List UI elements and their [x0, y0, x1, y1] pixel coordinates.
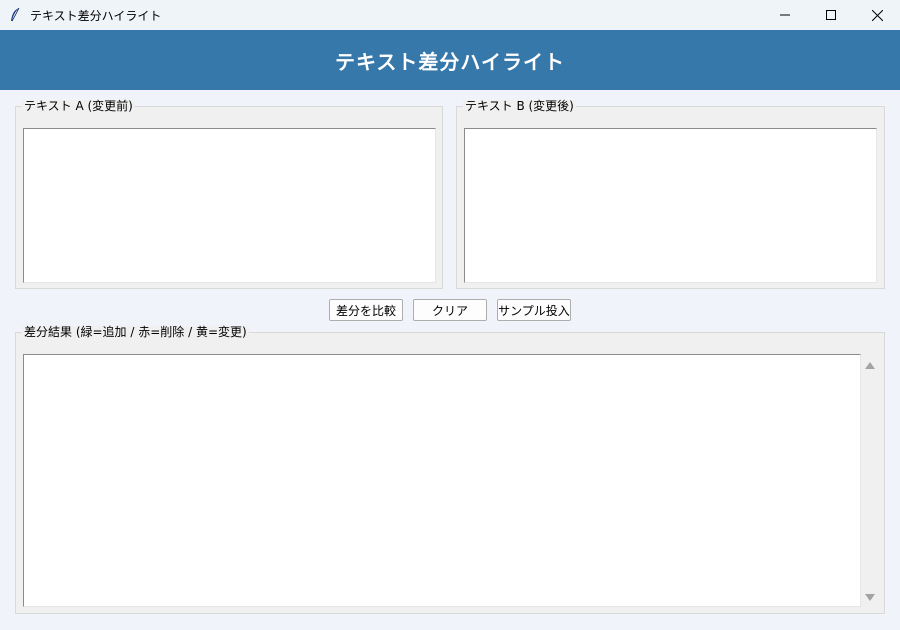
- text-a-group: テキスト A (変更前): [15, 100, 443, 289]
- header-banner: テキスト差分ハイライト: [0, 30, 900, 90]
- maximize-button[interactable]: [808, 0, 854, 30]
- close-button[interactable]: [854, 0, 900, 30]
- text-b-input[interactable]: [464, 128, 877, 283]
- main-content: テキスト A (変更前) テキスト B (変更後) 差分を比較 クリア サンプル…: [0, 90, 900, 630]
- page-title: テキスト差分ハイライト: [335, 49, 565, 74]
- text-a-label: テキスト A (変更前): [22, 99, 135, 113]
- minimize-icon: [780, 14, 790, 16]
- feather-icon: [0, 0, 30, 30]
- result-label: 差分結果 (緑=追加 / 赤=削除 / 黄=変更): [22, 325, 249, 339]
- maximize-icon: [826, 10, 836, 20]
- result-output[interactable]: [23, 354, 861, 607]
- scroll-down-icon[interactable]: [865, 594, 875, 601]
- text-a-input[interactable]: [23, 128, 436, 283]
- minimize-button[interactable]: [762, 0, 808, 30]
- close-icon: [871, 9, 883, 21]
- text-b-group: テキスト B (変更後): [456, 100, 885, 289]
- result-group: 差分結果 (緑=追加 / 赤=削除 / 黄=変更): [15, 326, 885, 614]
- text-b-label: テキスト B (変更後): [463, 99, 576, 113]
- clear-button[interactable]: クリア: [413, 299, 487, 321]
- sample-button[interactable]: サンプル投入: [497, 299, 571, 321]
- window-title: テキスト差分ハイライト: [30, 8, 162, 23]
- result-scrollbar[interactable]: [861, 354, 879, 607]
- compare-button[interactable]: 差分を比較: [329, 299, 403, 321]
- scroll-up-icon[interactable]: [865, 362, 875, 369]
- window-titlebar: テキスト差分ハイライト: [0, 0, 900, 30]
